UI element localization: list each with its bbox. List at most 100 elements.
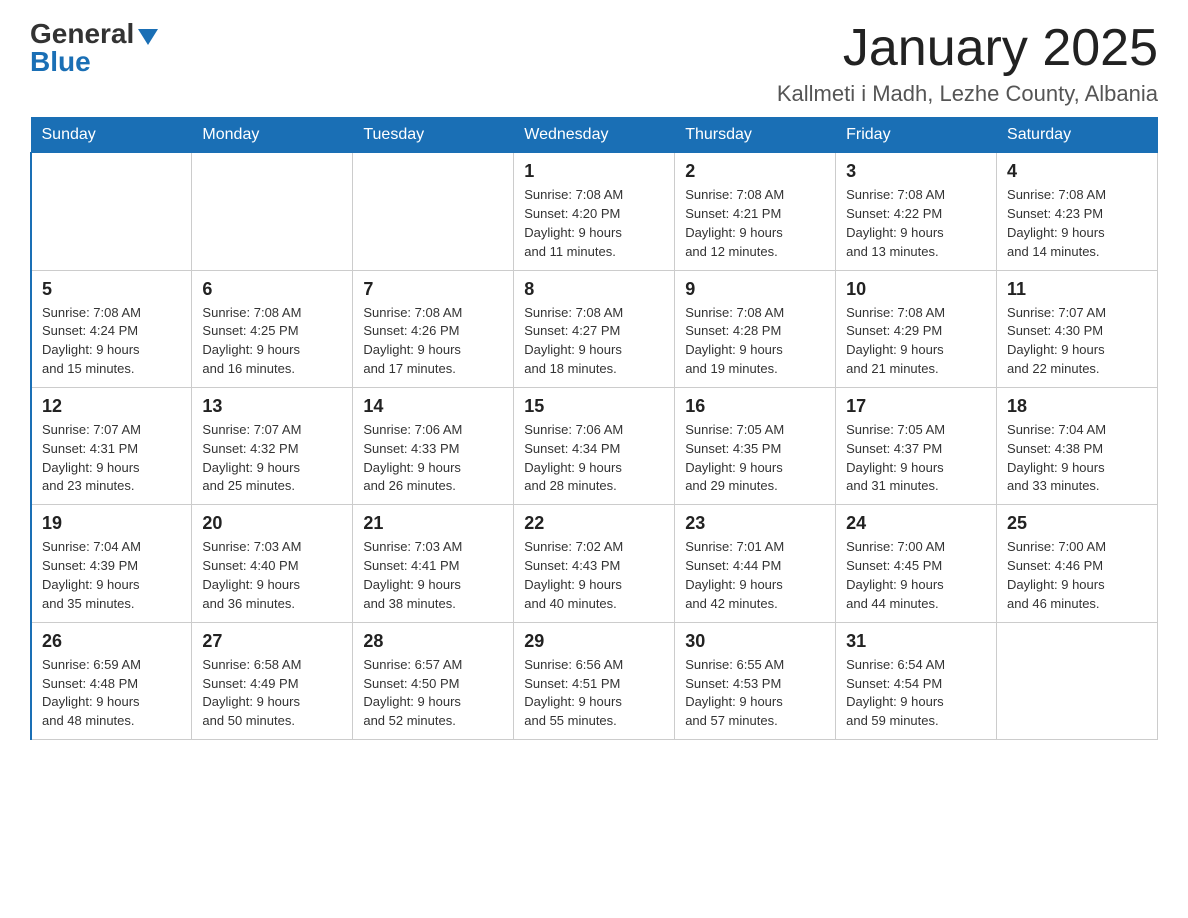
calendar-week-row: 26 Sunrise: 6:59 AM Sunset: 4:48 PM Dayli… <box>31 622 1158 739</box>
day-number: 7 <box>363 279 503 300</box>
day-number: 22 <box>524 513 664 534</box>
calendar-day-cell: 30 Sunrise: 6:55 AM Sunset: 4:53 PM Dayli… <box>675 622 836 739</box>
calendar-day-cell: 31 Sunrise: 6:54 AM Sunset: 4:54 PM Dayli… <box>836 622 997 739</box>
calendar-week-row: 1 Sunrise: 7:08 AM Sunset: 4:20 PM Daylig… <box>31 153 1158 270</box>
page-header: General Blue January 2025 Kallmeti i Mad… <box>30 20 1158 107</box>
calendar-day-cell: 5Sunrise: 7:08 AM Sunset: 4:24 PM Daylig… <box>31 270 192 387</box>
day-number: 28 <box>363 631 503 652</box>
day-number: 11 <box>1007 279 1147 300</box>
day-info: Sunrise: 7:05 AM Sunset: 4:37 PM Dayligh… <box>846 421 986 496</box>
location-title: Kallmeti i Madh, Lezhe County, Albania <box>777 81 1158 107</box>
calendar-day-cell: 7 Sunrise: 7:08 AM Sunset: 4:26 PM Daylig… <box>353 270 514 387</box>
calendar-day-cell <box>192 153 353 270</box>
calendar-day-cell: 22Sunrise: 7:02 AM Sunset: 4:43 PM Dayli… <box>514 505 675 622</box>
day-info: Sunrise: 7:03 AM Sunset: 4:40 PM Dayligh… <box>202 538 342 613</box>
calendar-day-cell: 3Sunrise: 7:08 AM Sunset: 4:22 PM Daylig… <box>836 153 997 270</box>
day-number: 29 <box>524 631 664 652</box>
calendar-week-row: 12 Sunrise: 7:07 AM Sunset: 4:31 PM Dayli… <box>31 387 1158 504</box>
day-info: Sunrise: 7:06 AM Sunset: 4:33 PM Dayligh… <box>363 421 503 496</box>
calendar-day-cell: 9 Sunrise: 7:08 AM Sunset: 4:28 PM Daylig… <box>675 270 836 387</box>
day-number: 13 <box>202 396 342 417</box>
day-info: Sunrise: 7:08 AM Sunset: 4:26 PM Dayligh… <box>363 304 503 379</box>
day-number: 14 <box>363 396 503 417</box>
day-number: 30 <box>685 631 825 652</box>
day-info: Sunrise: 7:08 AM Sunset: 4:28 PM Dayligh… <box>685 304 825 379</box>
day-of-week-header: Saturday <box>997 118 1158 153</box>
day-info: Sunrise: 7:00 AM Sunset: 4:46 PM Dayligh… <box>1007 538 1147 613</box>
day-number: 31 <box>846 631 986 652</box>
calendar-day-cell: 1 Sunrise: 7:08 AM Sunset: 4:20 PM Daylig… <box>514 153 675 270</box>
day-number: 16 <box>685 396 825 417</box>
calendar-day-cell: 10Sunrise: 7:08 AM Sunset: 4:29 PM Dayli… <box>836 270 997 387</box>
day-info: Sunrise: 6:59 AM Sunset: 4:48 PM Dayligh… <box>42 656 181 731</box>
logo: General Blue <box>30 20 158 76</box>
calendar-week-row: 19Sunrise: 7:04 AM Sunset: 4:39 PM Dayli… <box>31 505 1158 622</box>
day-number: 15 <box>524 396 664 417</box>
logo-general-text: General <box>30 20 134 48</box>
day-info: Sunrise: 7:00 AM Sunset: 4:45 PM Dayligh… <box>846 538 986 613</box>
calendar-day-cell: 14 Sunrise: 7:06 AM Sunset: 4:33 PM Dayli… <box>353 387 514 504</box>
day-info: Sunrise: 7:07 AM Sunset: 4:31 PM Dayligh… <box>42 421 181 496</box>
calendar-day-cell: 11Sunrise: 7:07 AM Sunset: 4:30 PM Dayli… <box>997 270 1158 387</box>
day-of-week-header: Friday <box>836 118 997 153</box>
calendar-day-cell: 4 Sunrise: 7:08 AM Sunset: 4:23 PM Daylig… <box>997 153 1158 270</box>
day-number: 2 <box>685 161 825 182</box>
calendar-table: SundayMondayTuesdayWednesdayThursdayFrid… <box>30 117 1158 740</box>
calendar-day-cell <box>997 622 1158 739</box>
calendar-day-cell: 17 Sunrise: 7:05 AM Sunset: 4:37 PM Dayli… <box>836 387 997 504</box>
calendar-day-cell: 24 Sunrise: 7:00 AM Sunset: 4:45 PM Dayli… <box>836 505 997 622</box>
calendar-week-row: 5Sunrise: 7:08 AM Sunset: 4:24 PM Daylig… <box>31 270 1158 387</box>
day-number: 4 <box>1007 161 1147 182</box>
logo-blue-text: Blue <box>30 48 91 76</box>
logo-triangle-icon <box>138 29 158 45</box>
day-of-week-header: Sunday <box>31 118 192 153</box>
day-number: 17 <box>846 396 986 417</box>
calendar-day-cell: 15 Sunrise: 7:06 AM Sunset: 4:34 PM Dayli… <box>514 387 675 504</box>
day-info: Sunrise: 7:03 AM Sunset: 4:41 PM Dayligh… <box>363 538 503 613</box>
day-info: Sunrise: 7:08 AM Sunset: 4:27 PM Dayligh… <box>524 304 664 379</box>
day-number: 24 <box>846 513 986 534</box>
day-of-week-header: Monday <box>192 118 353 153</box>
day-number: 5 <box>42 279 181 300</box>
day-info: Sunrise: 7:01 AM Sunset: 4:44 PM Dayligh… <box>685 538 825 613</box>
day-of-week-header: Tuesday <box>353 118 514 153</box>
calendar-day-cell: 6Sunrise: 7:08 AM Sunset: 4:25 PM Daylig… <box>192 270 353 387</box>
calendar-day-cell: 8 Sunrise: 7:08 AM Sunset: 4:27 PM Daylig… <box>514 270 675 387</box>
day-info: Sunrise: 7:08 AM Sunset: 4:25 PM Dayligh… <box>202 304 342 379</box>
calendar-day-cell: 21Sunrise: 7:03 AM Sunset: 4:41 PM Dayli… <box>353 505 514 622</box>
calendar-day-cell: 25Sunrise: 7:00 AM Sunset: 4:46 PM Dayli… <box>997 505 1158 622</box>
day-of-week-header: Thursday <box>675 118 836 153</box>
day-number: 1 <box>524 161 664 182</box>
day-info: Sunrise: 7:07 AM Sunset: 4:32 PM Dayligh… <box>202 421 342 496</box>
day-info: Sunrise: 7:04 AM Sunset: 4:38 PM Dayligh… <box>1007 421 1147 496</box>
day-info: Sunrise: 7:08 AM Sunset: 4:23 PM Dayligh… <box>1007 186 1147 261</box>
calendar-day-cell: 27 Sunrise: 6:58 AM Sunset: 4:49 PM Dayli… <box>192 622 353 739</box>
calendar-day-cell <box>353 153 514 270</box>
day-info: Sunrise: 6:57 AM Sunset: 4:50 PM Dayligh… <box>363 656 503 731</box>
calendar-day-cell: 16 Sunrise: 7:05 AM Sunset: 4:35 PM Dayli… <box>675 387 836 504</box>
day-info: Sunrise: 7:08 AM Sunset: 4:29 PM Dayligh… <box>846 304 986 379</box>
month-title: January 2025 <box>777 20 1158 77</box>
title-block: January 2025 Kallmeti i Madh, Lezhe Coun… <box>777 20 1158 107</box>
day-number: 26 <box>42 631 181 652</box>
calendar-header-row: SundayMondayTuesdayWednesdayThursdayFrid… <box>31 118 1158 153</box>
day-info: Sunrise: 7:06 AM Sunset: 4:34 PM Dayligh… <box>524 421 664 496</box>
day-info: Sunrise: 6:58 AM Sunset: 4:49 PM Dayligh… <box>202 656 342 731</box>
day-number: 8 <box>524 279 664 300</box>
day-info: Sunrise: 7:08 AM Sunset: 4:20 PM Dayligh… <box>524 186 664 261</box>
day-info: Sunrise: 7:08 AM Sunset: 4:21 PM Dayligh… <box>685 186 825 261</box>
day-number: 23 <box>685 513 825 534</box>
calendar-day-cell: 13 Sunrise: 7:07 AM Sunset: 4:32 PM Dayli… <box>192 387 353 504</box>
day-of-week-header: Wednesday <box>514 118 675 153</box>
day-number: 9 <box>685 279 825 300</box>
day-number: 19 <box>42 513 181 534</box>
day-number: 3 <box>846 161 986 182</box>
calendar-day-cell: 20Sunrise: 7:03 AM Sunset: 4:40 PM Dayli… <box>192 505 353 622</box>
calendar-day-cell: 12 Sunrise: 7:07 AM Sunset: 4:31 PM Dayli… <box>31 387 192 504</box>
day-info: Sunrise: 7:05 AM Sunset: 4:35 PM Dayligh… <box>685 421 825 496</box>
day-number: 27 <box>202 631 342 652</box>
day-number: 12 <box>42 396 181 417</box>
day-info: Sunrise: 6:56 AM Sunset: 4:51 PM Dayligh… <box>524 656 664 731</box>
day-info: Sunrise: 6:54 AM Sunset: 4:54 PM Dayligh… <box>846 656 986 731</box>
day-info: Sunrise: 6:55 AM Sunset: 4:53 PM Dayligh… <box>685 656 825 731</box>
